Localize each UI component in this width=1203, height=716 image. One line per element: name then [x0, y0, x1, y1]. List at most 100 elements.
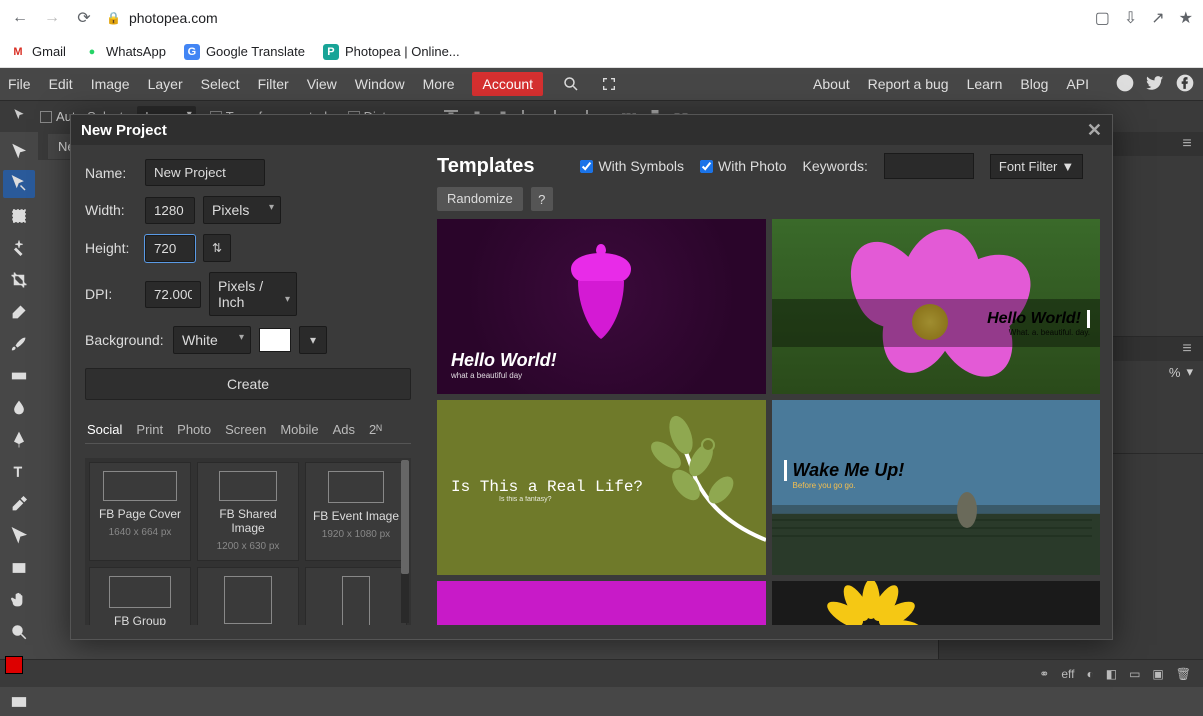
- background-options-button[interactable]: ▾: [299, 326, 327, 354]
- tab-social[interactable]: Social: [87, 422, 122, 437]
- clipboard-icon[interactable]: ▢: [1095, 8, 1110, 28]
- foreground-color[interactable]: [5, 656, 23, 674]
- with-symbols-checkbox[interactable]: With Symbols: [580, 158, 684, 174]
- tab-ads[interactable]: Ads: [333, 422, 355, 437]
- hand-tool[interactable]: [3, 586, 35, 614]
- template-card[interactable]: Wake Me Up! Before you go go.: [772, 400, 1101, 575]
- swap-dimensions-button[interactable]: ⇅: [203, 234, 231, 262]
- preset-item[interactable]: FB Shared Image 1200 x 630 px: [197, 462, 299, 561]
- address-bar[interactable]: 🔒 photopea.com: [106, 10, 218, 26]
- gradient-tool[interactable]: [3, 362, 35, 390]
- tab-photo[interactable]: Photo: [177, 422, 211, 437]
- brush-tool[interactable]: [3, 330, 35, 358]
- bookmark-translate[interactable]: G Google Translate: [184, 44, 305, 60]
- new-layer-icon[interactable]: ▣: [1152, 667, 1163, 681]
- template-card[interactable]: [772, 581, 1101, 625]
- background-color-preview[interactable]: [259, 328, 291, 352]
- bookmark-star-icon[interactable]: ★: [1179, 8, 1193, 28]
- bookmark-whatsapp[interactable]: ● WhatsApp: [84, 44, 166, 60]
- menu-blog[interactable]: Blog: [1020, 76, 1048, 92]
- quick-mask-tool[interactable]: [3, 688, 35, 716]
- twitter-icon[interactable]: [1145, 73, 1165, 96]
- menu-filter[interactable]: Filter: [258, 76, 289, 92]
- move-tool[interactable]: [3, 138, 35, 166]
- reload-button[interactable]: ⟳: [74, 8, 94, 28]
- account-button[interactable]: Account: [472, 72, 543, 96]
- preset-item[interactable]: Insta Story 1080 x 1920 px: [305, 567, 407, 625]
- eyedropper-tool[interactable]: [3, 490, 35, 518]
- close-icon[interactable]: ✕: [1087, 120, 1102, 141]
- name-input[interactable]: [145, 159, 265, 186]
- back-button[interactable]: ←: [10, 8, 30, 28]
- marquee-tool[interactable]: [3, 202, 35, 230]
- menu-layer[interactable]: Layer: [148, 76, 183, 92]
- randomize-button[interactable]: Randomize: [437, 187, 523, 211]
- tab-screen[interactable]: Screen: [225, 422, 266, 437]
- tab-print[interactable]: Print: [136, 422, 163, 437]
- bookmark-gmail[interactable]: M Gmail: [10, 44, 66, 60]
- dpi-input[interactable]: [145, 281, 201, 308]
- template-card[interactable]: Hello World! What. a. beautiful. day.: [772, 219, 1101, 394]
- bookmark-photopea[interactable]: P Photopea | Online...: [323, 44, 460, 60]
- menu-about[interactable]: About: [813, 76, 850, 92]
- folder-icon[interactable]: ▭: [1129, 667, 1140, 681]
- path-select-tool[interactable]: [3, 522, 35, 550]
- mask-icon[interactable]: ◐: [1086, 667, 1093, 681]
- font-filter-button[interactable]: Font Filter ▼: [990, 154, 1083, 179]
- crop-tool[interactable]: [3, 266, 35, 294]
- pen-tool[interactable]: [3, 426, 35, 454]
- effects-button[interactable]: eff: [1061, 667, 1074, 681]
- install-icon[interactable]: ⇩: [1124, 8, 1137, 28]
- preset-scrollbar[interactable]: [401, 460, 409, 623]
- share-icon[interactable]: ↗: [1151, 8, 1164, 28]
- menu-file[interactable]: File: [8, 76, 31, 92]
- auto-select-checkbox[interactable]: [40, 111, 52, 123]
- menu-view[interactable]: View: [307, 76, 337, 92]
- preset-item[interactable]: FB Group Header 1640 x 856 px: [89, 567, 191, 625]
- preset-item[interactable]: FB Event Image 1920 x 1080 px: [305, 462, 407, 561]
- adjustment-icon[interactable]: ◧: [1106, 667, 1117, 681]
- link-icon[interactable]: ⚭: [1039, 667, 1049, 681]
- menu-edit[interactable]: Edit: [49, 76, 73, 92]
- width-units-dropdown[interactable]: Pixels: [203, 196, 281, 224]
- help-button[interactable]: ?: [531, 187, 553, 211]
- zoom-tool[interactable]: [3, 618, 35, 646]
- menu-select[interactable]: Select: [201, 76, 240, 92]
- panel-menu-icon[interactable]: ≡: [1179, 136, 1195, 152]
- eraser-tool[interactable]: [3, 298, 35, 326]
- create-button[interactable]: Create: [85, 368, 411, 400]
- reddit-icon[interactable]: [1115, 73, 1135, 96]
- artboard-tool[interactable]: [3, 170, 35, 198]
- magic-wand-tool[interactable]: [3, 234, 35, 262]
- menu-learn[interactable]: Learn: [967, 76, 1003, 92]
- with-photo-checkbox[interactable]: With Photo: [700, 158, 786, 174]
- preset-item[interactable]: Instagram 1080 x 1080 px: [197, 567, 299, 625]
- dropdown-icon[interactable]: ▾: [1186, 364, 1193, 380]
- shape-tool[interactable]: [3, 554, 35, 582]
- facebook-icon[interactable]: [1175, 73, 1195, 96]
- menu-report-bug[interactable]: Report a bug: [868, 76, 949, 92]
- search-icon[interactable]: [561, 74, 581, 94]
- forward-button[interactable]: →: [42, 8, 62, 28]
- background-dropdown[interactable]: White: [173, 326, 251, 354]
- fullscreen-icon[interactable]: [599, 74, 619, 94]
- panel-menu-icon[interactable]: ≡: [1179, 341, 1195, 357]
- menu-api[interactable]: API: [1066, 76, 1089, 92]
- keywords-input[interactable]: [884, 153, 974, 179]
- preset-item[interactable]: FB Page Cover 1640 x 664 px: [89, 462, 191, 561]
- text-tool[interactable]: T: [3, 458, 35, 486]
- tab-mobile[interactable]: Mobile: [280, 422, 318, 437]
- blur-tool[interactable]: [3, 394, 35, 422]
- template-card[interactable]: Hello World! what a beautiful day: [437, 219, 766, 394]
- width-input[interactable]: [145, 197, 195, 224]
- dialog-titlebar[interactable]: New Project ✕: [71, 115, 1112, 145]
- height-input[interactable]: [145, 235, 195, 262]
- tab-2n[interactable]: 2ᴺ: [369, 422, 382, 437]
- menu-image[interactable]: Image: [91, 76, 130, 92]
- dpi-units-dropdown[interactable]: Pixels / Inch: [209, 272, 297, 316]
- menu-window[interactable]: Window: [355, 76, 405, 92]
- menu-more[interactable]: More: [423, 76, 455, 92]
- template-card[interactable]: [437, 581, 766, 625]
- template-card[interactable]: Is This a Real Life? Is this a fantasy?: [437, 400, 766, 575]
- trash-icon[interactable]: 🗑: [1176, 667, 1191, 681]
